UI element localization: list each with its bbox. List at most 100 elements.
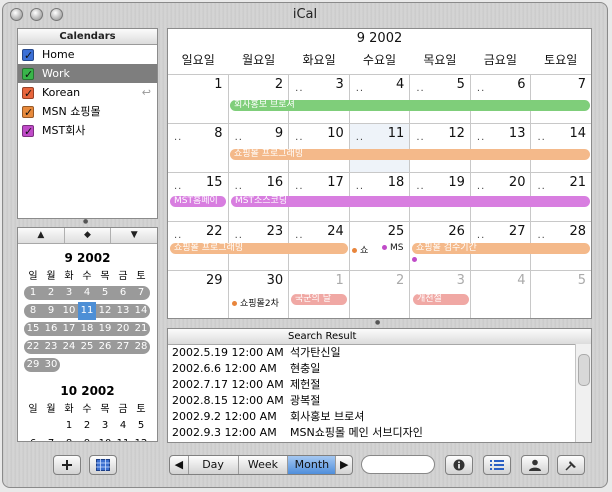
day-cell[interactable]: 2: [227, 75, 289, 123]
calendar-item-msn-shopping[interactable]: MSN 쇼핑몰: [18, 102, 157, 122]
mini-day[interactable]: 2: [78, 417, 96, 435]
mini-day[interactable]: 13: [114, 302, 132, 320]
previous-period-button[interactable]: ◀: [170, 456, 188, 474]
event-bar[interactable]: 개천절: [413, 294, 469, 305]
day-cell[interactable]: 7: [530, 75, 591, 123]
splitter-handle[interactable]: ●: [83, 218, 88, 225]
mini-day[interactable]: [24, 417, 42, 435]
search-result-row[interactable]: 2002.5.19 12:00 AM 석가탄신일: [168, 345, 591, 361]
mini-day[interactable]: 27: [114, 338, 132, 356]
mini-day[interactable]: 12: [96, 302, 114, 320]
calendar-checkbox[interactable]: [22, 46, 34, 65]
mini-day[interactable]: 3: [96, 417, 114, 435]
mini-day[interactable]: 6: [24, 435, 42, 441]
mini-day[interactable]: 9: [78, 435, 96, 441]
day-cell[interactable]: .. 8: [168, 124, 228, 172]
mini-day[interactable]: 22: [24, 338, 42, 356]
mini-day[interactable]: 25: [78, 338, 96, 356]
search-input[interactable]: [361, 455, 435, 474]
title-bar[interactable]: iCal: [3, 3, 607, 27]
mini-next-button[interactable]: ▼: [110, 228, 157, 243]
day-view-button[interactable]: Day: [187, 456, 238, 474]
info-button[interactable]: [445, 455, 473, 475]
calendar-checkbox[interactable]: [22, 65, 34, 84]
pin-button[interactable]: [557, 455, 585, 475]
mini-day[interactable]: 1: [60, 417, 78, 435]
event-bar[interactable]: MST홈페이: [170, 196, 226, 207]
mini-day[interactable]: 8: [60, 435, 78, 441]
event-dot[interactable]: 쇼핑몰2차: [232, 296, 279, 309]
mini-day[interactable]: 19: [96, 320, 114, 338]
people-button[interactable]: [521, 455, 549, 475]
mini-day[interactable]: 6: [114, 284, 132, 302]
day-cell[interactable]: .. 13: [469, 124, 531, 172]
mini-day[interactable]: 7: [42, 435, 60, 441]
mini-prev-button[interactable]: ▲: [18, 228, 64, 243]
mini-day[interactable]: 9: [42, 302, 60, 320]
mini-day[interactable]: 2: [42, 284, 60, 302]
mini-day[interactable]: 26: [96, 338, 114, 356]
search-result-row[interactable]: 2002.9.2 12:00 AM 회사홍보 브로셔: [168, 409, 591, 425]
event-dot[interactable]: MS: [382, 243, 403, 253]
mini-day[interactable]: 5: [96, 284, 114, 302]
day-cell[interactable]: 1: [168, 75, 228, 123]
mini-day[interactable]: 4: [114, 417, 132, 435]
day-cell-today[interactable]: .. 11: [348, 124, 410, 172]
search-result-row[interactable]: 2002.9.3 12:00 AM MSN쇼핑몰 메인 서브디자인: [168, 425, 591, 441]
mini-day[interactable]: 21: [132, 320, 150, 338]
todo-list-button[interactable]: [483, 455, 511, 475]
vertical-scrollbar[interactable]: [575, 344, 591, 442]
calendar-item-mst[interactable]: MST회사: [18, 121, 157, 141]
day-cell[interactable]: 4: [469, 271, 531, 318]
day-cell[interactable]: .. 14: [530, 124, 591, 172]
day-cell[interactable]: .. 4: [348, 75, 410, 123]
mini-day[interactable]: 10: [96, 435, 114, 441]
day-cell[interactable]: .. 6: [469, 75, 531, 123]
mini-day[interactable]: 3: [60, 284, 78, 302]
search-result-row[interactable]: 2002.7.17 12:00 AM 제헌절: [168, 377, 591, 393]
mini-day[interactable]: 23: [42, 338, 60, 356]
next-period-button[interactable]: ▶: [335, 456, 352, 474]
mini-day[interactable]: 5: [132, 417, 150, 435]
calendar-item-home[interactable]: Home: [18, 45, 157, 65]
event-bar[interactable]: 쇼핑몰 프로그래밍: [230, 149, 590, 160]
scrollbar-thumb[interactable]: [578, 354, 590, 386]
event-dot[interactable]: [412, 255, 420, 265]
event-bar[interactable]: 쇼핑몰 검수기간: [412, 243, 590, 254]
mini-day-today[interactable]: 11: [78, 302, 96, 320]
mini-day[interactable]: 28: [132, 338, 150, 356]
event-bar[interactable]: 회사홍보 브로셔: [230, 100, 590, 111]
mini-today-button[interactable]: ◆: [63, 228, 111, 243]
mini-day[interactable]: 24: [60, 338, 78, 356]
day-cell[interactable]: 2: [348, 271, 410, 318]
day-cell[interactable]: .. 9: [227, 124, 289, 172]
mini-day[interactable]: 10: [60, 302, 78, 320]
mini-day[interactable]: 29: [24, 356, 42, 374]
day-cell[interactable]: .. 3: [288, 75, 349, 123]
calendar-checkbox[interactable]: [22, 122, 34, 141]
mini-day[interactable]: [42, 417, 60, 435]
day-cell[interactable]: .. 10: [288, 124, 349, 172]
mini-day[interactable]: 11: [114, 435, 132, 441]
calendar-checkbox[interactable]: [22, 84, 34, 103]
show-mini-calendar-button[interactable]: [89, 455, 117, 475]
mini-day[interactable]: 7: [132, 284, 150, 302]
event-bar[interactable]: 쇼핑몰 프로그래밍: [170, 243, 348, 254]
mini-day[interactable]: 20: [114, 320, 132, 338]
calendar-item-korean[interactable]: Korean ↩: [18, 83, 157, 103]
mini-day[interactable]: 18: [78, 320, 96, 338]
splitter-handle[interactable]: ●: [375, 319, 380, 326]
mini-day[interactable]: 4: [78, 284, 96, 302]
day-cell[interactable]: 29: [168, 271, 228, 318]
mini-day[interactable]: 14: [132, 302, 150, 320]
mini-day[interactable]: 15: [24, 320, 42, 338]
mini-day[interactable]: 17: [60, 320, 78, 338]
calendar-checkbox[interactable]: [22, 103, 34, 122]
mini-day[interactable]: 16: [42, 320, 60, 338]
mini-day[interactable]: 8: [24, 302, 42, 320]
event-bar[interactable]: MST소스코딩: [231, 196, 590, 207]
day-cell[interactable]: 5: [530, 271, 591, 318]
mini-day[interactable]: 12: [132, 435, 150, 441]
day-cell[interactable]: .. 5: [409, 75, 470, 123]
mini-day[interactable]: 1: [24, 284, 42, 302]
